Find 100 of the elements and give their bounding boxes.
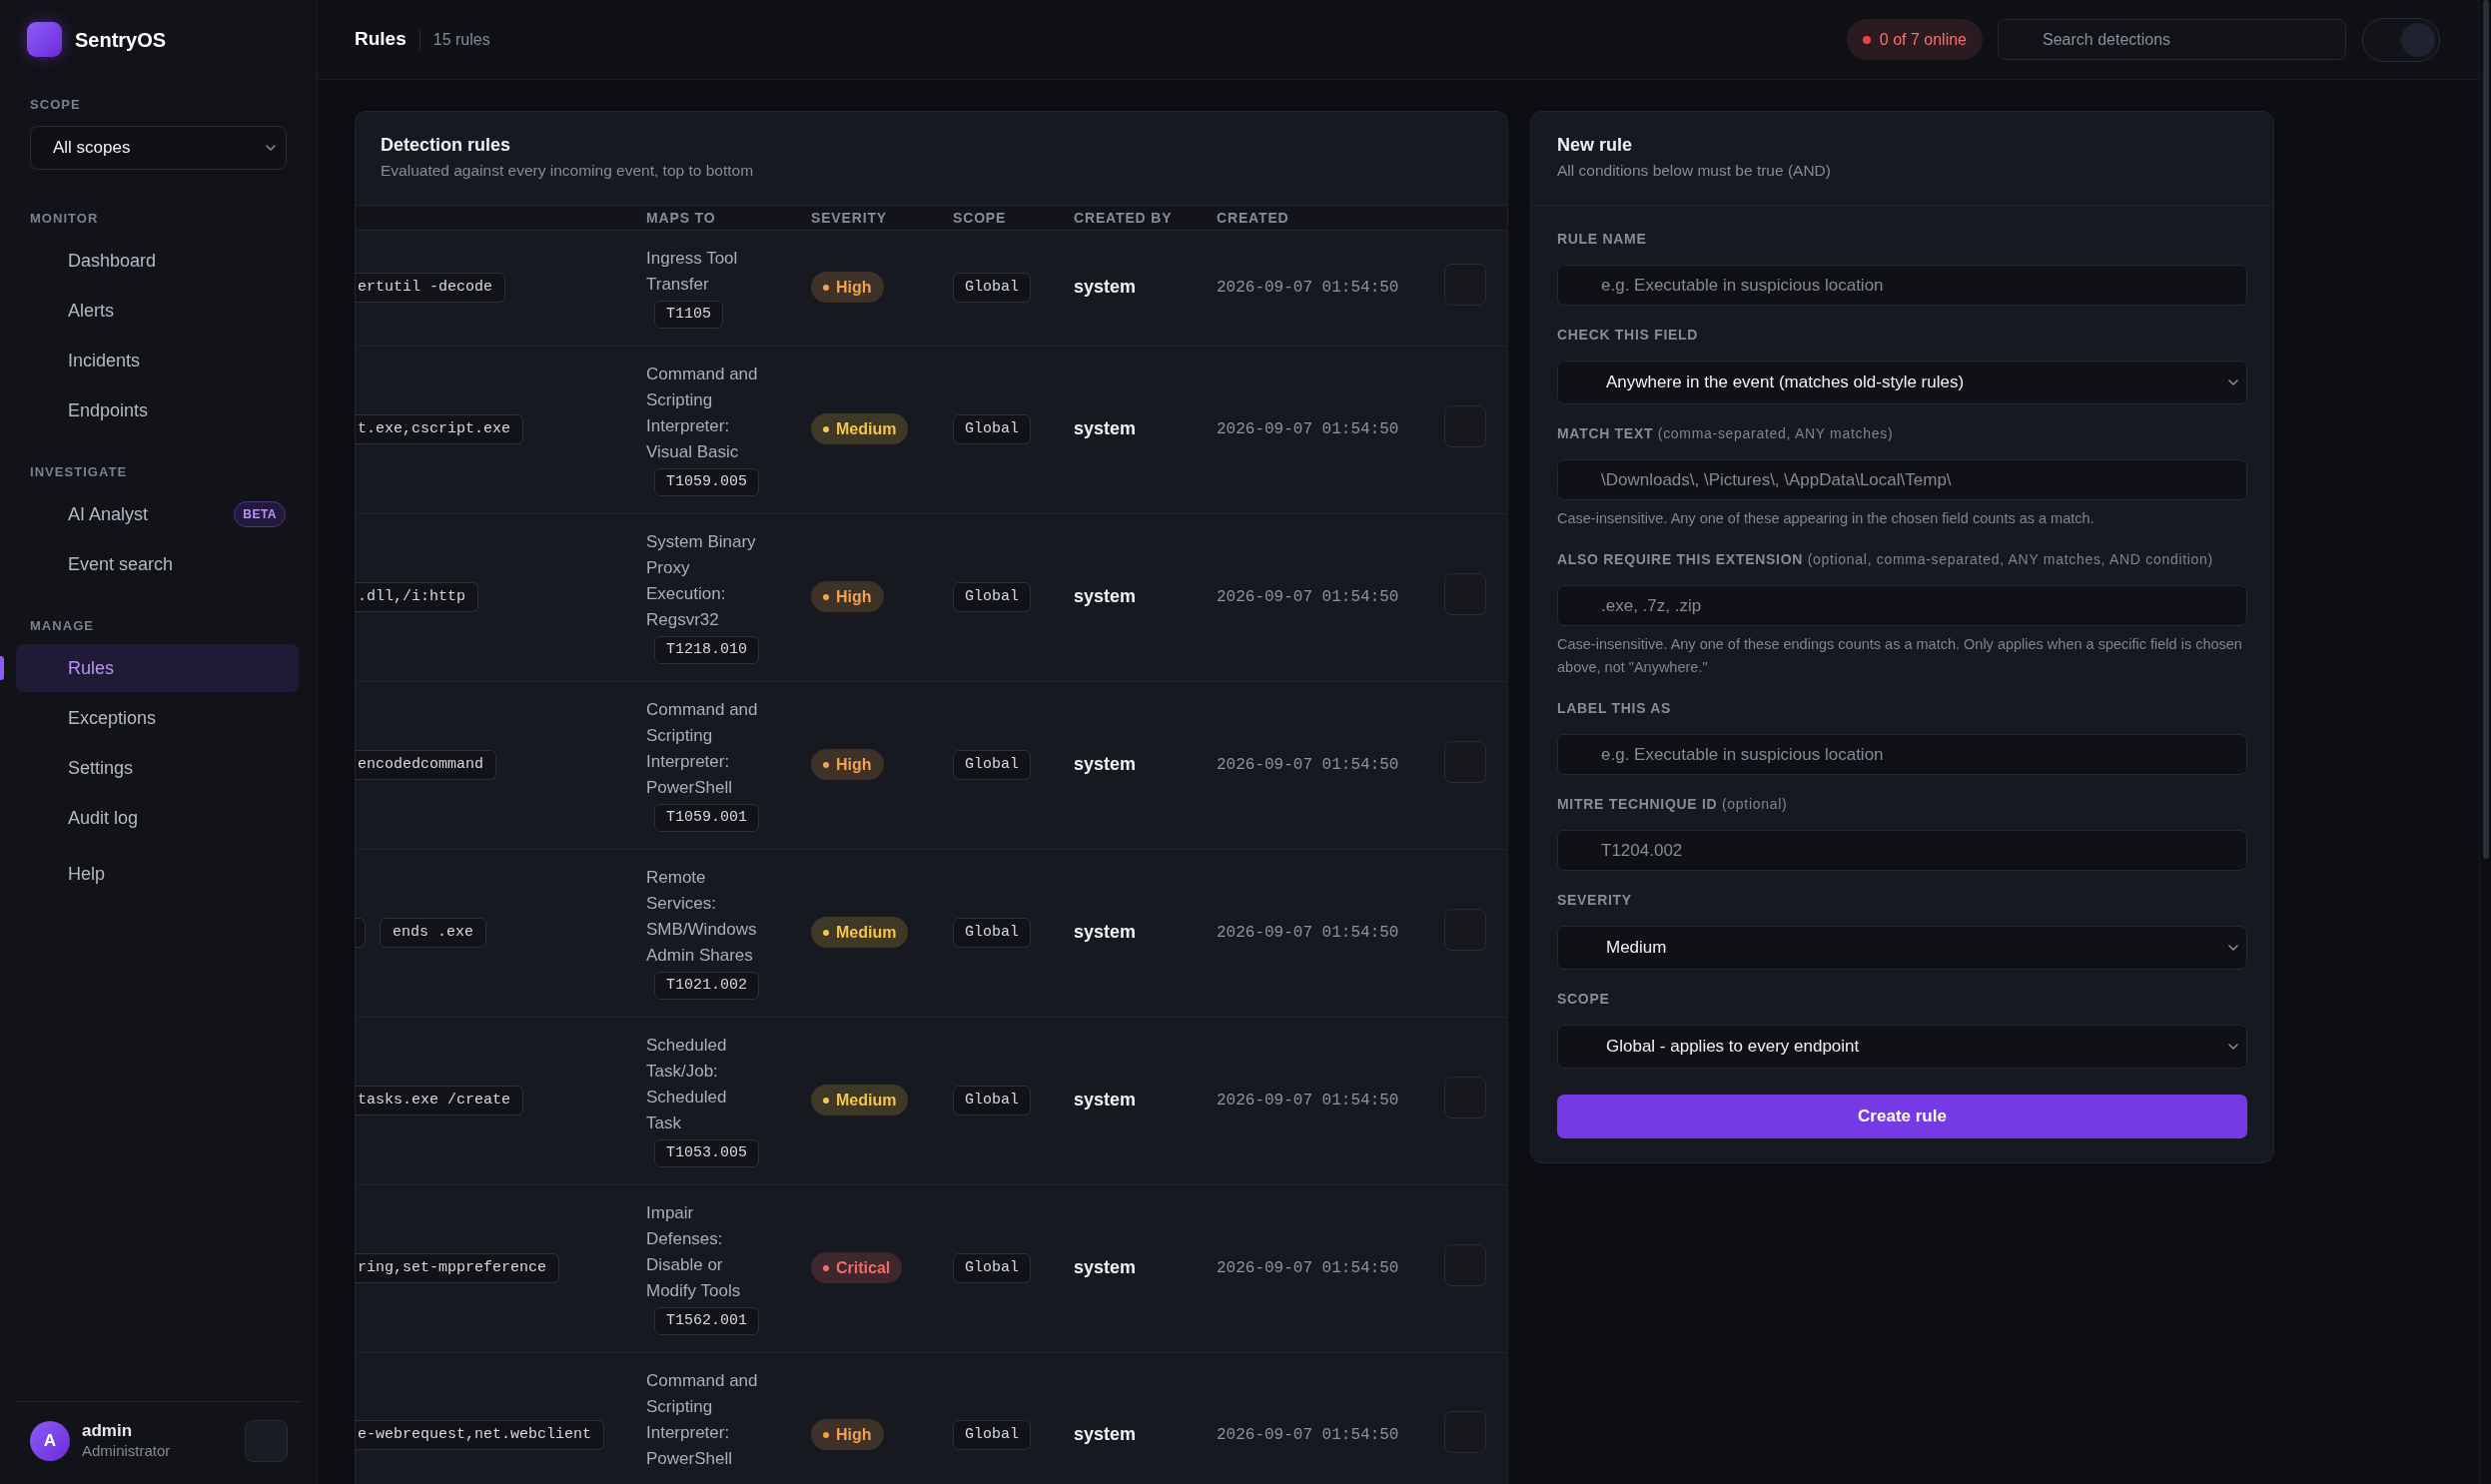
field-label: LABEL THIS AS bbox=[1557, 699, 1673, 718]
column-header: SEVERITY bbox=[811, 210, 887, 226]
user-name: admin bbox=[82, 1421, 134, 1441]
chevron-down-icon bbox=[2228, 1044, 2238, 1050]
technique-id: T1218.010 bbox=[654, 636, 759, 664]
nav-item[interactable]: Rules bbox=[16, 644, 299, 692]
section-label: MANAGE bbox=[30, 618, 96, 634]
text-input[interactable]: T1204.002 bbox=[1557, 830, 2247, 871]
scope-tag: Global bbox=[953, 272, 1031, 303]
chevron-down-icon bbox=[2228, 379, 2238, 385]
section-label: SCOPE bbox=[30, 97, 82, 113]
technique-id: T1105 bbox=[654, 301, 723, 329]
card-subtitle: Evaluated against every incoming event, top to bottom bbox=[381, 161, 755, 181]
severity-label: High bbox=[836, 586, 872, 607]
page-title: Rules bbox=[355, 27, 407, 52]
created-date: 2026-09-07 01:54:50 bbox=[1217, 924, 1399, 942]
text-input[interactable]: e.g. Executable in suspicious location bbox=[1557, 734, 2247, 775]
card-title: Detection rules bbox=[381, 134, 512, 157]
scrollbar-thumb[interactable] bbox=[2482, 0, 2489, 859]
chevron-down-icon bbox=[2228, 945, 2238, 951]
toggle-switch[interactable] bbox=[2362, 17, 2440, 62]
field-label: CHECK THIS FIELD bbox=[1557, 326, 1700, 345]
code-chip: encodedcommand bbox=[356, 749, 497, 780]
text-input[interactable]: .exe, .7z, .zip bbox=[1557, 585, 2247, 626]
created-date: 2026-09-07 01:54:50 bbox=[1217, 420, 1399, 438]
chevron-down-icon bbox=[266, 145, 276, 151]
nav-item[interactable]: Incidents bbox=[16, 337, 299, 384]
field-label: SEVERITY bbox=[1557, 891, 1633, 910]
severity-label: Medium bbox=[836, 418, 897, 439]
scope-tag: Global bbox=[953, 1252, 1031, 1283]
technique-id: T1059.001 bbox=[654, 804, 759, 832]
nav-item[interactable]: Exceptions bbox=[16, 694, 299, 742]
text-input[interactable]: e.g. Executable in suspicious location bbox=[1557, 265, 2247, 306]
severity-label: Critical bbox=[836, 1257, 891, 1278]
field-label: MITRE TECHNIQUE ID (optional) bbox=[1557, 795, 1789, 814]
code-chip: tasks.exe /create bbox=[356, 1085, 524, 1115]
user-menu-button[interactable] bbox=[245, 1420, 288, 1462]
field-label: RULE NAME bbox=[1557, 230, 1648, 249]
avatar: A bbox=[30, 1421, 70, 1461]
severity-label: High bbox=[836, 754, 872, 775]
technique-name: Command and Scripting Interpreter: PowerShell bbox=[646, 1370, 759, 1470]
select-field[interactable]: Anywhere in the event (matches old-style rules) bbox=[1557, 361, 2247, 404]
create-rule-button[interactable]: Create rule bbox=[1557, 1095, 2247, 1138]
code-chip: ertutil -decode bbox=[356, 272, 506, 303]
technique-id: T1021.002 bbox=[654, 972, 759, 1000]
code-chip: ring,set-mppreference bbox=[356, 1252, 560, 1283]
nav-item[interactable]: Alerts bbox=[16, 287, 299, 335]
technique-name: Command and Scripting Interpreter: PowerShell bbox=[646, 699, 759, 799]
created-date: 2026-09-07 01:54:50 bbox=[1217, 756, 1399, 774]
created-by: system bbox=[1074, 1257, 1137, 1277]
created-by: system bbox=[1074, 1424, 1137, 1444]
technique-id: T1059.005 bbox=[654, 468, 759, 496]
app-logo-icon bbox=[27, 22, 62, 57]
created-by: system bbox=[1074, 1090, 1137, 1110]
column-header: CREATED BY bbox=[1074, 210, 1173, 226]
code-chip: t.exe,cscript.exe bbox=[356, 413, 524, 444]
nav-item[interactable]: Audit log bbox=[16, 794, 299, 842]
rule-count: 15 rules bbox=[432, 29, 490, 50]
created-by: system bbox=[1074, 754, 1137, 774]
technique-name: System Binary Proxy Execution: Regsvr32 bbox=[646, 531, 757, 631]
nav-item[interactable]: Endpoints bbox=[16, 386, 299, 434]
section-label: INVESTIGATE bbox=[30, 464, 129, 480]
beta-badge: BETA bbox=[234, 501, 286, 527]
technique-name: Impair Defenses: Disable or Modify Tools bbox=[646, 1202, 742, 1302]
nav-item[interactable]: Help bbox=[16, 850, 299, 898]
text-input[interactable]: \Downloads\, \Pictures\, \AppData\Local\Temp\ bbox=[1557, 459, 2247, 500]
select-field[interactable]: Global - applies to every endpoint bbox=[1557, 1025, 2247, 1069]
severity-label: High bbox=[836, 1424, 872, 1445]
severity-label: High bbox=[836, 277, 872, 298]
scope-select[interactable]: All scopes bbox=[30, 126, 287, 170]
created-by: system bbox=[1074, 922, 1137, 942]
card-subtitle: All conditions below must be true (AND) bbox=[1557, 161, 1832, 181]
severity-label: Medium bbox=[836, 922, 897, 943]
field-label: ALSO REQUIRE THIS EXTENSION (optional, comma-separated, ANY matches, AND condition) bbox=[1557, 550, 2214, 569]
column-header: SCOPE bbox=[953, 210, 1007, 226]
code-chip: ends .exe bbox=[380, 917, 486, 948]
field-label: MATCH TEXT (comma-separated, ANY matches) bbox=[1557, 424, 1895, 443]
nav-item[interactable]: AI Analyst bbox=[16, 490, 235, 538]
user-role: Administrator bbox=[82, 1441, 171, 1461]
nav-item[interactable]: Event search bbox=[16, 540, 299, 588]
field-hint: Case-insensitive. Any one of these endings counts as a match. Only applies when a specific field is chosen above, not "Anywhere." bbox=[1557, 635, 2243, 677]
nav-item[interactable]: Settings bbox=[16, 744, 299, 792]
created-date: 2026-09-07 01:54:50 bbox=[1217, 1092, 1399, 1110]
card-title: New rule bbox=[1557, 134, 1634, 157]
column-header: MAPS TO bbox=[646, 210, 716, 226]
column-header: CREATED bbox=[1217, 210, 1289, 226]
scope-tag: Global bbox=[953, 413, 1031, 444]
select-field[interactable]: Medium bbox=[1557, 926, 2247, 970]
created-date: 2026-09-07 01:54:50 bbox=[1217, 1426, 1399, 1444]
created-date: 2026-09-07 01:54:50 bbox=[1217, 1259, 1399, 1277]
scope-tag: Global bbox=[953, 1085, 1031, 1115]
created-by: system bbox=[1074, 277, 1137, 297]
search-field[interactable]: Search detections bbox=[1998, 19, 2346, 60]
scope-tag: Global bbox=[953, 917, 1031, 948]
created-date: 2026-09-07 01:54:50 bbox=[1217, 588, 1399, 606]
code-chip: .dll,/i:http bbox=[356, 581, 479, 612]
code-chip: e-webrequest,net.webclient bbox=[356, 1419, 605, 1450]
severity-label: Medium bbox=[836, 1090, 897, 1111]
created-by: system bbox=[1074, 418, 1137, 438]
nav-item[interactable]: Dashboard bbox=[16, 237, 299, 285]
